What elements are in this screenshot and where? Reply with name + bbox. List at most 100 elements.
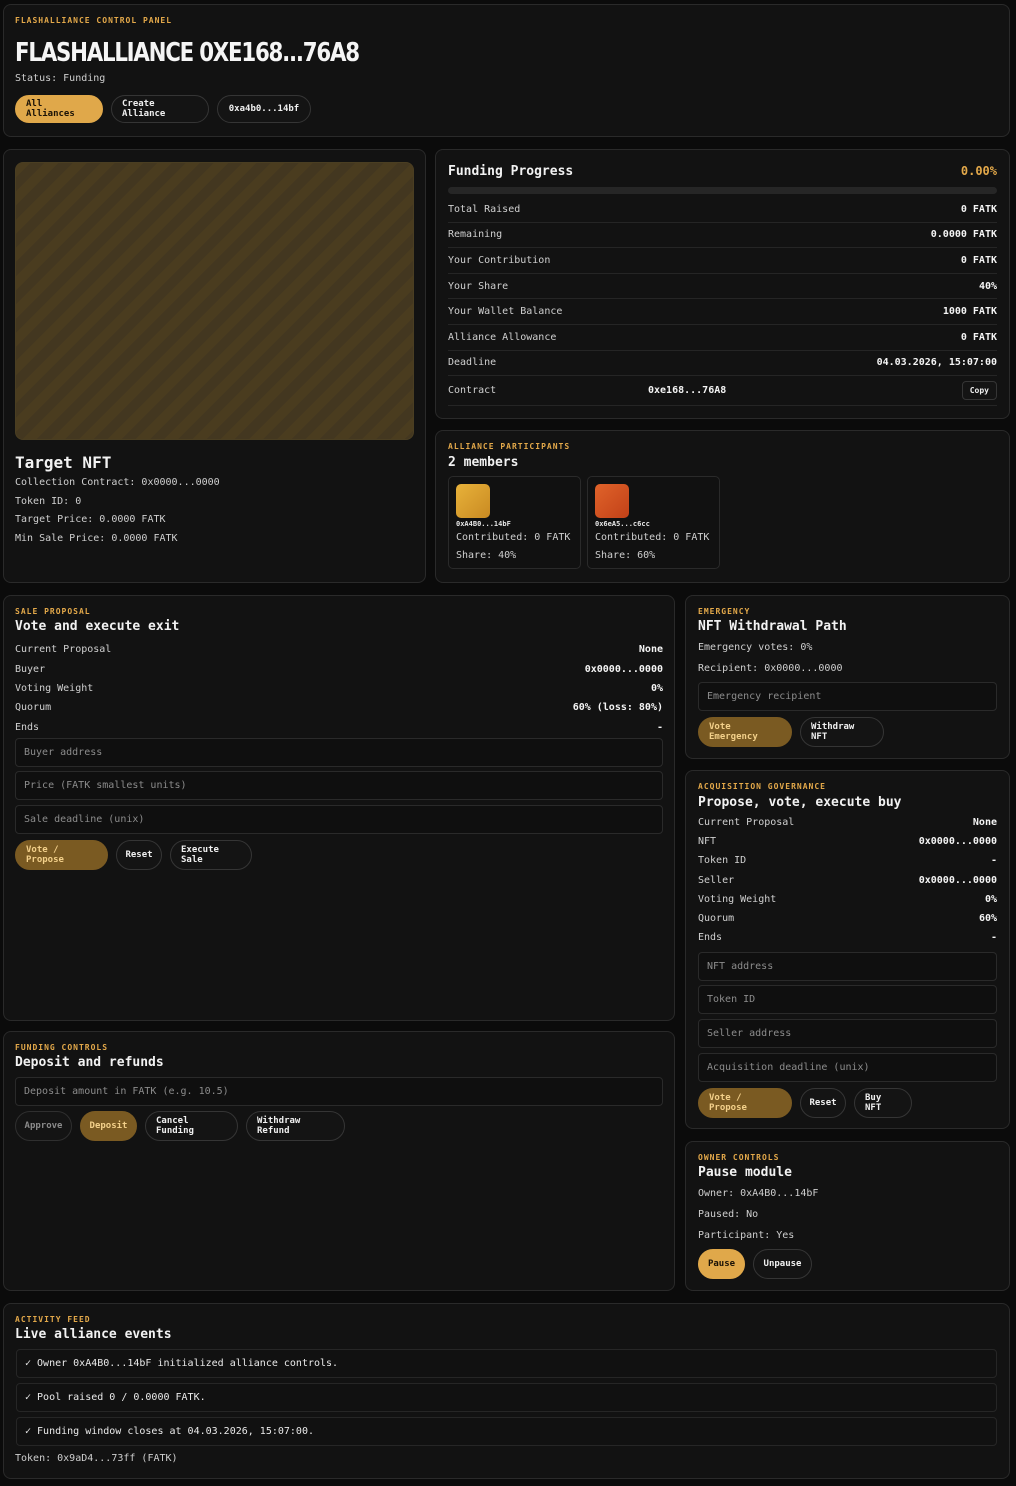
funding-percent: 0.00%: [960, 164, 997, 178]
sale-row: Voting Weight 0%: [15, 679, 663, 698]
cancel-funding-button[interactable]: Cancel Funding: [145, 1111, 238, 1141]
funding-row: Alliance Allowance 0 FATK: [448, 325, 997, 351]
row-label: Remaining: [448, 229, 503, 241]
sale-proposal-card: SALE PROPOSAL Vote and execute exit Curr…: [3, 595, 675, 1021]
deposit-amount-input[interactable]: Deposit amount in FATK (e.g. 10.5): [15, 1077, 663, 1106]
acquisition-rows: Current Proposal None NFT 0x0000...0000 To…: [698, 813, 997, 947]
participants-card: ALLIANCE PARTICIPANTS 2 members 0xA4B0..…: [435, 430, 1010, 583]
wallet-address-button[interactable]: 0xa4b0...14bf: [217, 95, 311, 123]
owner-actions: Pause Unpause: [698, 1249, 812, 1279]
row-value: 60%: [978, 913, 997, 925]
acquisition-row: Seller 0x0000...0000: [698, 871, 997, 890]
member-address: 0xA4B0...14bF: [456, 520, 511, 528]
activity-eyebrow: ACTIVITY FEED: [15, 1315, 91, 1324]
member-card[interactable]: 0xA4B0...14bF Contributed: 0 FATK Share:…: [448, 476, 581, 569]
row-label: Ends: [698, 932, 723, 944]
row-label: Your Contribution: [448, 254, 551, 266]
participants-title: 2 members: [448, 455, 519, 470]
vote-emergency-button[interactable]: Vote Emergency: [698, 717, 792, 747]
sale-vote-button[interactable]: Vote / Propose: [15, 840, 108, 870]
member-contributed: Contributed: 0 FATK: [456, 532, 571, 543]
contract-address: 0xe168...76A8: [648, 385, 727, 397]
pause-button[interactable]: Pause: [698, 1249, 745, 1279]
row-label: Your Share: [448, 280, 509, 292]
row-label: Deadline: [448, 357, 497, 369]
row-label: Current Proposal: [698, 817, 795, 829]
approve-button[interactable]: Approve: [15, 1111, 72, 1141]
owner-title: Pause module: [698, 1165, 792, 1180]
row-value: -: [990, 932, 997, 944]
row-label: Your Wallet Balance: [448, 306, 563, 318]
member-share: Share: 60%: [595, 550, 656, 561]
acquisition-row: Ends -: [698, 928, 997, 947]
member-card[interactable]: 0x6eA5...c6cc Contributed: 0 FATK Share:…: [587, 476, 720, 569]
sale-row: Buyer 0x0000...0000: [15, 659, 663, 678]
token-id-input[interactable]: Token ID: [698, 985, 997, 1014]
unpause-button[interactable]: Unpause: [753, 1249, 812, 1279]
withdraw-refund-button[interactable]: Withdraw Refund: [246, 1111, 345, 1141]
row-value: 0 FATK: [960, 203, 997, 215]
row-value: -: [656, 721, 663, 733]
sale-deadline-input[interactable]: Sale deadline (unix): [15, 805, 663, 834]
emergency-card: EMERGENCY NFT Withdrawal Path Emergency …: [685, 595, 1010, 759]
acquisition-deadline-input[interactable]: Acquisition deadline (unix): [698, 1053, 997, 1082]
funding-actions: Approve Deposit Cancel Funding Withdraw …: [15, 1111, 345, 1141]
all-alliances-button[interactable]: All Alliances: [15, 95, 103, 123]
deposit-button[interactable]: Deposit: [80, 1111, 137, 1141]
sale-row: Current Proposal None: [15, 640, 663, 659]
sale-reset-button[interactable]: Reset: [116, 840, 162, 870]
page-title: FLASHALLIANCE 0XE168...76A8: [15, 38, 360, 68]
row-value: 0x0000...0000: [918, 874, 997, 886]
funding-rows: Total Raised 0 FATK Remaining 0.0000 FATK …: [448, 197, 997, 407]
row-value: 60% (loss: 80%): [572, 702, 663, 714]
row-label: Total Raised: [448, 203, 521, 215]
owner-controls-card: OWNER CONTROLS Pause module Owner: 0xA4B…: [685, 1141, 1010, 1291]
nft-address-input[interactable]: NFT address: [698, 952, 997, 981]
activity-event: ✓ Owner 0xA4B0...14bF initialized allian…: [16, 1349, 997, 1378]
header-card: FLASHALLIANCE CONTROL PANEL FLASHALLIANC…: [3, 4, 1010, 137]
row-label: Quorum: [15, 702, 52, 714]
acquisition-reset-button[interactable]: Reset: [800, 1088, 846, 1118]
token-info: Token: 0x9aD4...73ff (FATK): [15, 1453, 178, 1464]
row-label: Current Proposal: [15, 644, 112, 656]
sale-price-input[interactable]: Price (FATK smallest units): [15, 771, 663, 800]
acquisition-row: Quorum 60%: [698, 909, 997, 928]
funding-row: Your Contribution 0 FATK: [448, 248, 997, 274]
nft-target-price: Target Price: 0.0000 FATK: [15, 514, 166, 525]
row-label: Token ID: [698, 855, 747, 867]
contract-label: Contract: [448, 385, 497, 397]
withdraw-nft-button[interactable]: Withdraw NFT: [800, 717, 884, 747]
row-label: Alliance Allowance: [448, 331, 557, 343]
copy-button[interactable]: Copy: [961, 381, 997, 401]
member-avatar: [595, 484, 629, 518]
seller-address-input[interactable]: Seller address: [698, 1019, 997, 1048]
row-value: 40%: [978, 280, 997, 292]
execute-sale-button[interactable]: Execute Sale: [170, 840, 252, 870]
member-share: Share: 40%: [456, 550, 517, 561]
funding-title: Funding Progress: [448, 164, 574, 179]
activity-feed-card: ACTIVITY FEED Live alliance events ✓ Own…: [3, 1303, 1010, 1479]
acquisition-card: ACQUISITION GOVERNANCE Propose, vote, ex…: [685, 770, 1010, 1129]
sale-rows: Current Proposal None Buyer 0x0000...0000 …: [15, 640, 663, 737]
emergency-eyebrow: EMERGENCY: [698, 607, 751, 616]
nft-collection: Collection Contract: 0x0000...0000: [15, 477, 220, 488]
buy-nft-button[interactable]: Buy NFT: [854, 1088, 912, 1118]
funding-controls-title: Deposit and refunds: [15, 1055, 164, 1070]
row-label: Voting Weight: [698, 893, 777, 905]
acquisition-row: Token ID -: [698, 851, 997, 870]
row-value: 0 FATK: [960, 254, 997, 266]
create-alliance-button[interactable]: Create Alliance: [111, 95, 209, 123]
sale-row: Quorum 60% (loss: 80%): [15, 698, 663, 717]
target-nft-card: Target NFT Collection Contract: 0x0000..…: [3, 149, 426, 583]
row-value: 0 FATK: [960, 331, 997, 343]
buyer-address-input[interactable]: Buyer address: [15, 738, 663, 767]
acquisition-vote-button[interactable]: Vote / Propose: [698, 1088, 792, 1118]
nft-token-id: Token ID: 0: [15, 496, 82, 507]
funding-row: Total Raised 0 FATK: [448, 197, 997, 223]
row-value: None: [972, 817, 997, 829]
emergency-recipient-input[interactable]: Emergency recipient: [698, 682, 997, 711]
emergency-title: NFT Withdrawal Path: [698, 619, 847, 634]
participant-status: Participant: Yes: [698, 1230, 795, 1241]
acquisition-eyebrow: ACQUISITION GOVERNANCE: [698, 782, 826, 791]
row-value: 0%: [984, 893, 997, 905]
